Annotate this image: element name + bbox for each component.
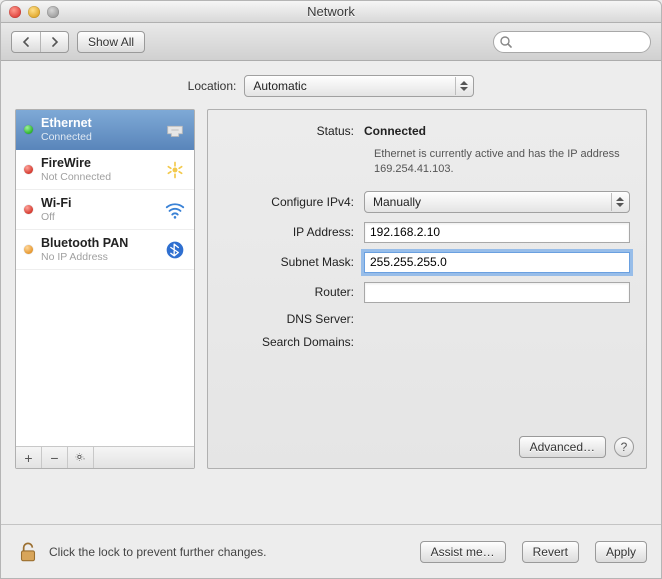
sidebar-footer: + − [16, 446, 194, 468]
titlebar: Network [1, 1, 661, 23]
interfaces-sidebar: Ethernet Connected FireWire Not Connecte… [15, 109, 195, 469]
window-controls [9, 6, 59, 18]
show-all-button[interactable]: Show All [77, 31, 145, 53]
action-menu-button[interactable] [68, 447, 94, 468]
back-button[interactable] [12, 32, 40, 52]
status-dot-icon [24, 205, 33, 214]
remove-interface-button[interactable]: − [42, 447, 68, 468]
ip-label: IP Address: [224, 225, 364, 239]
search-domains-label: Search Domains: [224, 335, 364, 349]
configure-popup[interactable]: Manually [364, 191, 630, 213]
configure-value: Manually [373, 195, 421, 209]
firewire-icon [162, 160, 188, 180]
router-row: Router: [224, 282, 630, 303]
sidebar-item-ethernet[interactable]: Ethernet Connected [16, 110, 194, 150]
search-icon [499, 35, 513, 49]
lock-area[interactable]: Click the lock to prevent further change… [15, 539, 266, 565]
dns-row: DNS Server: [224, 312, 630, 326]
ip-row: IP Address: [224, 222, 630, 243]
router-input[interactable] [364, 282, 630, 303]
detail-pane: Status: Connected Ethernet is currently … [207, 109, 647, 469]
mask-row: Subnet Mask: [224, 252, 630, 273]
location-value: Automatic [253, 79, 306, 93]
toolbar: Show All [1, 23, 661, 61]
sidebar-item-name: FireWire [41, 156, 162, 170]
add-interface-button[interactable]: + [16, 447, 42, 468]
search-input[interactable] [516, 34, 650, 50]
updown-icon [455, 77, 471, 95]
location-popup[interactable]: Automatic [244, 75, 474, 97]
chevron-left-icon [21, 37, 31, 47]
advanced-button[interactable]: Advanced… [519, 436, 606, 458]
forward-button[interactable] [40, 32, 68, 52]
assist-button[interactable]: Assist me… [420, 541, 506, 563]
mask-input[interactable] [364, 252, 630, 273]
status-dot-icon [24, 245, 33, 254]
sidebar-item-sub: Not Connected [41, 171, 162, 183]
sidebar-item-name: Bluetooth PAN [41, 236, 162, 250]
bluetooth-icon [162, 240, 188, 260]
updown-icon [611, 193, 627, 211]
sidebar-item-text: FireWire Not Connected [41, 156, 162, 182]
sidebar-item-name: Wi-Fi [41, 196, 162, 210]
search-domains-row: Search Domains: [224, 335, 630, 349]
status-description: Ethernet is currently active and has the… [374, 147, 630, 177]
sidebar-item-bluetooth-pan[interactable]: Bluetooth PAN No IP Address [16, 230, 194, 270]
search-field[interactable] [493, 31, 651, 53]
sidebar-item-sub: Connected [41, 131, 162, 143]
mask-label: Subnet Mask: [224, 255, 364, 269]
main-area: Ethernet Connected FireWire Not Connecte… [1, 109, 661, 469]
detail-footer: Advanced… ? [511, 436, 634, 458]
status-row: Status: Connected [224, 124, 630, 138]
configure-label: Configure IPv4: [224, 195, 364, 209]
bottom-bar: Click the lock to prevent further change… [1, 524, 661, 578]
zoom-icon[interactable] [47, 6, 59, 18]
dns-label: DNS Server: [224, 312, 364, 326]
interfaces-list: Ethernet Connected FireWire Not Connecte… [16, 110, 194, 446]
ip-input[interactable] [364, 222, 630, 243]
lock-text: Click the lock to prevent further change… [49, 545, 266, 559]
nav-back-forward [11, 31, 69, 53]
wifi-icon [162, 199, 188, 221]
lock-icon [15, 539, 41, 565]
close-icon[interactable] [9, 6, 21, 18]
status-label: Status: [224, 124, 364, 138]
revert-button[interactable]: Revert [522, 541, 579, 563]
sidebar-item-text: Wi-Fi Off [41, 196, 162, 222]
chevron-right-icon [50, 37, 60, 47]
sidebar-item-wifi[interactable]: Wi-Fi Off [16, 190, 194, 230]
apply-button[interactable]: Apply [595, 541, 647, 563]
ethernet-icon [162, 119, 188, 141]
configure-row: Configure IPv4: Manually [224, 191, 630, 213]
sidebar-item-sub: Off [41, 211, 162, 223]
sidebar-item-firewire[interactable]: FireWire Not Connected [16, 150, 194, 190]
sidebar-item-text: Ethernet Connected [41, 116, 162, 142]
sidebar-item-text: Bluetooth PAN No IP Address [41, 236, 162, 262]
sidebar-item-sub: No IP Address [41, 251, 162, 263]
router-label: Router: [224, 285, 364, 299]
window-title: Network [1, 4, 661, 19]
location-row: Location: Automatic [1, 61, 661, 109]
location-label: Location: [188, 79, 237, 93]
help-button[interactable]: ? [614, 437, 634, 457]
minimize-icon[interactable] [28, 6, 40, 18]
status-dot-icon [24, 165, 33, 174]
status-value: Connected [364, 124, 630, 138]
gear-icon [74, 451, 87, 465]
status-dot-icon [24, 125, 33, 134]
sidebar-item-name: Ethernet [41, 116, 162, 130]
